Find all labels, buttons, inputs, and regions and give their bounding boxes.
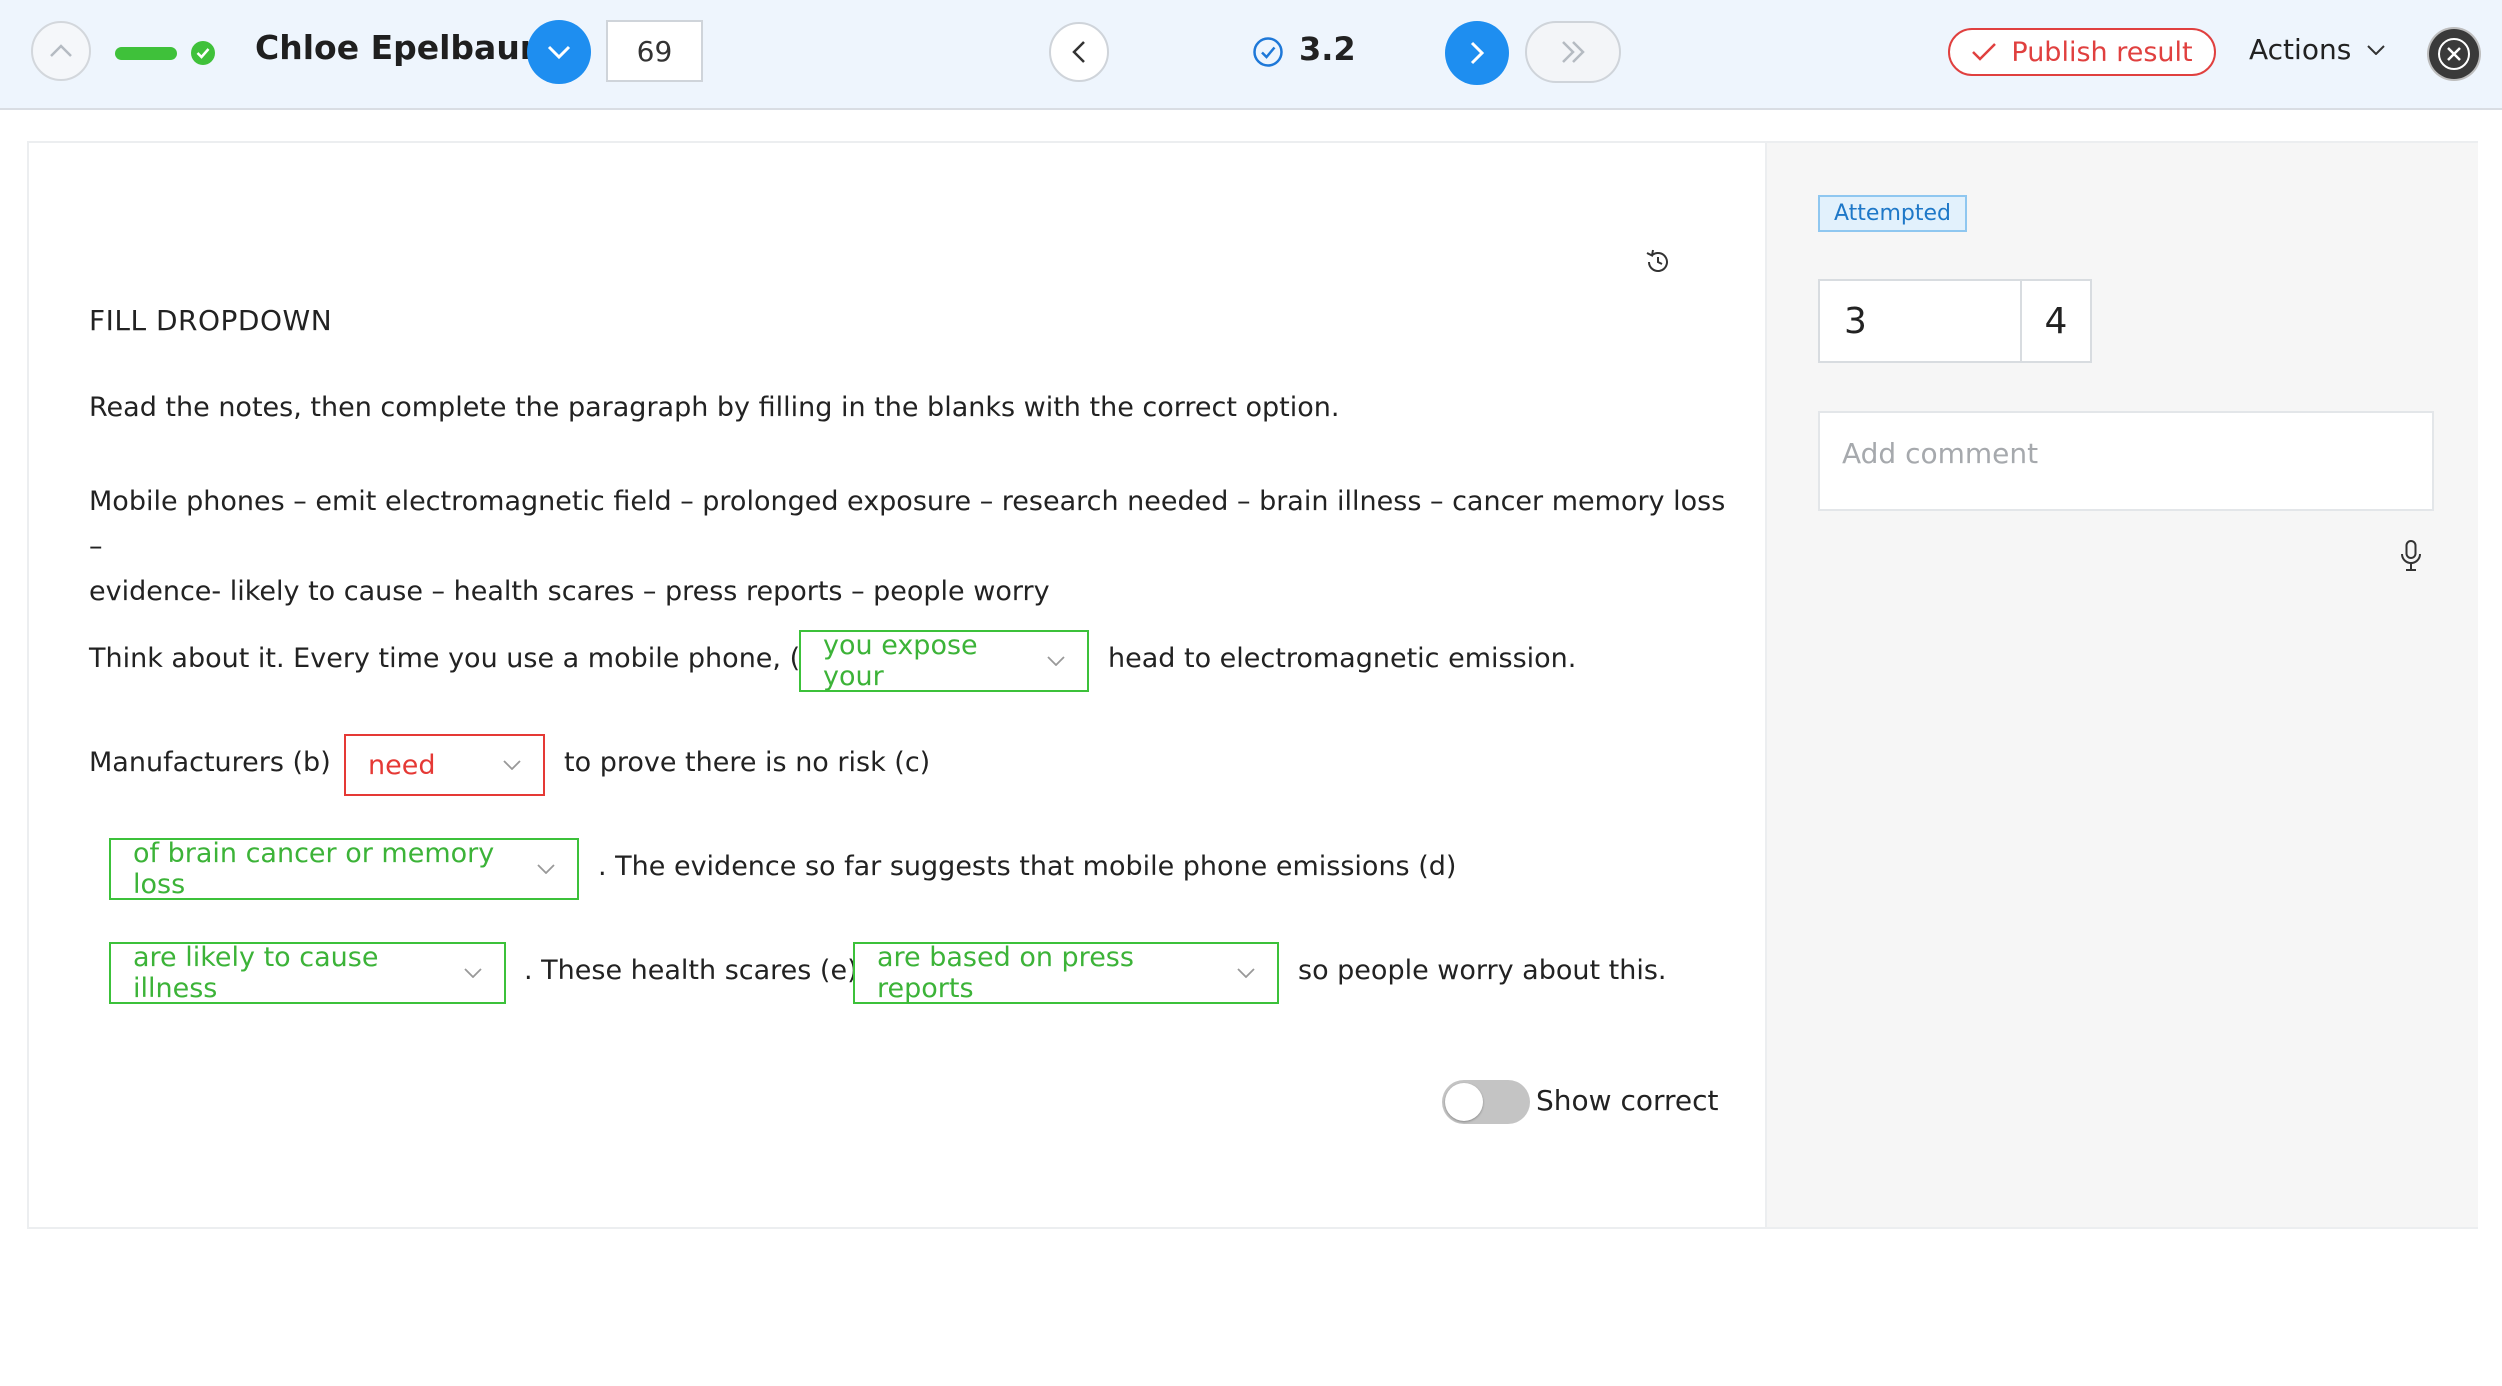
dropdown-value: are based on press reports [877,942,1134,1004]
student-name: Chloe Epelbaum [255,28,555,67]
completed-check-icon [191,41,215,65]
show-correct-toggle[interactable] [1442,1080,1530,1124]
score-input[interactable]: 3 [1818,279,2022,363]
paragraph-text: to prove there is no risk (c) [564,747,931,778]
answer-dropdown-d[interactable]: are likely to cause illness [109,942,506,1004]
toggle-knob [1445,1083,1483,1121]
chevron-down-icon [464,968,482,978]
question-type-label: FILL DROPDOWN [89,304,333,337]
paragraph-text: . These health scares (e) [524,955,858,986]
answer-dropdown-c[interactable]: of brain cancer or memory loss [109,838,579,900]
grading-pane: Attempted 3 4 Add comment [1765,143,2478,1227]
chevron-down-icon [2367,44,2385,55]
comment-input[interactable]: Add comment [1818,411,2434,511]
answer-dropdown-a[interactable]: you expose your [799,630,1089,692]
chevron-down-icon [1237,968,1255,978]
close-button[interactable] [2429,29,2479,79]
actions-menu-button[interactable]: Actions [2249,33,2385,66]
dropdown-value: need [368,749,436,781]
microphone-icon[interactable] [2398,539,2424,573]
chevron-down-icon [537,864,555,874]
paragraph-text: head to electromagnetic emission. [1108,643,1577,674]
question-pane: FILL DROPDOWN Read the notes, then compl… [29,143,1765,1227]
skip-forward-button[interactable] [1525,21,1621,83]
close-icon [2438,38,2470,70]
chevron-up-icon [50,44,72,57]
previous-question-button[interactable] [1049,22,1109,82]
notes-line: Mobile phones – emit electromagnetic fie… [89,486,1726,562]
question-instructions: Read the notes, then complete the paragr… [89,392,1340,423]
notes-line: evidence- likely to cause – health scare… [89,576,1050,607]
question-card: FILL DROPDOWN Read the notes, then compl… [27,141,2478,1229]
double-chevron-right-icon [1562,41,1585,63]
dropdown-value: are likely to cause illness [133,942,379,1004]
dropdown-value: of brain cancer or memory loss [133,838,495,900]
paragraph-text: Think about it. Every time you use a mob… [89,643,828,674]
status-badge: Attempted [1818,195,1967,232]
next-question-button[interactable] [1445,21,1509,85]
check-circle-icon [1253,37,1283,67]
chevron-down-icon [547,45,571,59]
dropdown-value: you expose your [823,630,978,692]
history-icon[interactable] [1643,247,1673,277]
paragraph-text: so people worry about this. [1298,955,1667,986]
publish-result-button[interactable]: Publish result [1948,28,2216,76]
chevron-left-icon [1072,41,1085,63]
progress-indicator [115,47,177,60]
previous-student-button[interactable] [31,21,91,81]
top-bar: Chloe Epelbaum 69 3.2 Publish result Act… [0,0,2502,110]
show-correct-label: Show correct [1536,1084,1719,1117]
chevron-down-icon [1047,656,1065,666]
paragraph-text: Manufacturers (b) [89,747,331,778]
chevron-down-icon [503,760,521,770]
question-notes: Mobile phones – emit electromagnetic fie… [89,479,1729,614]
answer-dropdown-e[interactable]: are based on press reports [853,942,1279,1004]
max-score: 4 [2020,279,2092,363]
publish-result-label: Publish result [2011,36,2193,68]
actions-label: Actions [2249,33,2352,66]
question-number: 3.2 [1299,30,1356,68]
answer-dropdown-b[interactable]: need [344,734,545,796]
chevron-right-icon [1470,41,1484,65]
student-select-button[interactable] [527,20,591,84]
check-icon [1972,43,1997,61]
paragraph-text: . The evidence so far suggests that mobi… [598,851,1457,882]
student-number-field[interactable]: 69 [606,20,703,82]
